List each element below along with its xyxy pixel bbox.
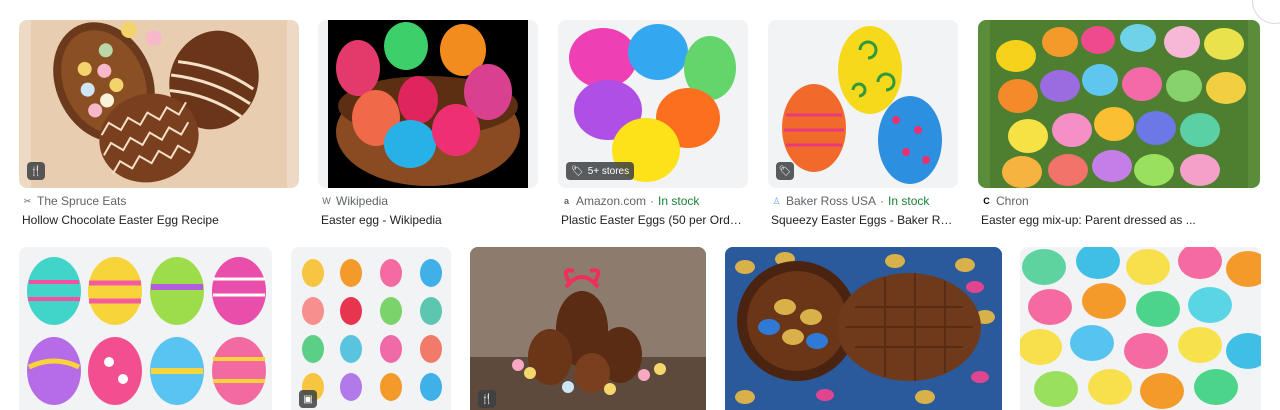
wikipedia-icon: W xyxy=(322,195,331,206)
result-source[interactable]: a Amazon.com · In stock xyxy=(561,194,699,208)
result-thumbnail[interactable]: ▣ xyxy=(291,247,451,410)
result-source[interactable]: ✂ The Spruce Eats xyxy=(22,194,127,208)
amazon-icon: a xyxy=(563,195,569,206)
image-result-card[interactable] xyxy=(1020,247,1261,410)
result-thumbnail[interactable]: 🏷 5+ stores xyxy=(558,20,748,188)
image-result-card[interactable]: 🍴 xyxy=(470,247,706,410)
image-result-card[interactable] xyxy=(19,247,272,410)
result-title[interactable]: Hollow Chocolate Easter Egg Recipe xyxy=(22,213,297,227)
image-result-card[interactable]: 🏷 5+ stores a Amazon.com · In stock Plas… xyxy=(558,20,748,235)
result-title[interactable]: Easter egg - Wikipedia xyxy=(321,213,536,227)
result-title[interactable]: Squeezy Easter Eggs - Baker Ross xyxy=(771,213,956,227)
tag-icon: 🏷 xyxy=(571,165,584,177)
result-thumbnail[interactable] xyxy=(725,247,1002,410)
result-thumbnail[interactable] xyxy=(1020,247,1261,410)
chron-icon: C xyxy=(983,195,990,206)
result-title[interactable]: Easter egg mix-up: Parent dressed as ... xyxy=(981,213,1256,227)
recipe-badge: 🍴 xyxy=(27,162,45,180)
result-thumbnail[interactable]: 🍴 xyxy=(470,247,706,410)
stores-badge: 🏷 5+ stores xyxy=(566,162,635,180)
result-title[interactable]: Plastic Easter Eggs (50 per Order)... xyxy=(561,213,746,227)
image-result-card[interactable]: W Wikipedia Easter egg - Wikipedia xyxy=(318,20,538,235)
product-badge: 🏷 xyxy=(776,162,794,180)
utensils-icon: ✂ xyxy=(23,195,32,206)
result-thumbnail[interactable]: 🍴 xyxy=(19,20,299,188)
image-result-card[interactable]: 🍴 ✂ The Spruce Eats Hollow Chocolate Eas… xyxy=(19,20,299,235)
utensils-icon: 🍴 xyxy=(480,393,494,405)
result-source[interactable]: C Chron xyxy=(981,194,1028,208)
result-thumbnail[interactable] xyxy=(978,20,1260,188)
recipe-badge: 🍴 xyxy=(478,390,496,408)
result-thumbnail[interactable] xyxy=(318,20,538,188)
image-result-card[interactable]: ▣ xyxy=(291,247,451,410)
result-source[interactable]: W Wikipedia xyxy=(321,194,388,208)
baker-ross-icon: ♙ xyxy=(772,195,781,206)
image-result-card[interactable] xyxy=(725,247,1002,410)
image-result-card[interactable]: 🏷 ♙ Baker Ross USA · In stock Squeezy Ea… xyxy=(768,20,958,235)
image-result-card[interactable]: C Chron Easter egg mix-up: Parent dresse… xyxy=(978,20,1260,235)
utensils-icon: 🍴 xyxy=(29,165,43,177)
tag-icon: 🏷 xyxy=(778,165,792,177)
image-icon: ▣ xyxy=(303,393,313,405)
result-thumbnail[interactable]: 🏷 xyxy=(768,20,958,188)
result-source[interactable]: ♙ Baker Ross USA · In stock xyxy=(771,194,929,208)
image-badge: ▣ xyxy=(299,390,317,408)
result-thumbnail[interactable] xyxy=(19,247,272,410)
